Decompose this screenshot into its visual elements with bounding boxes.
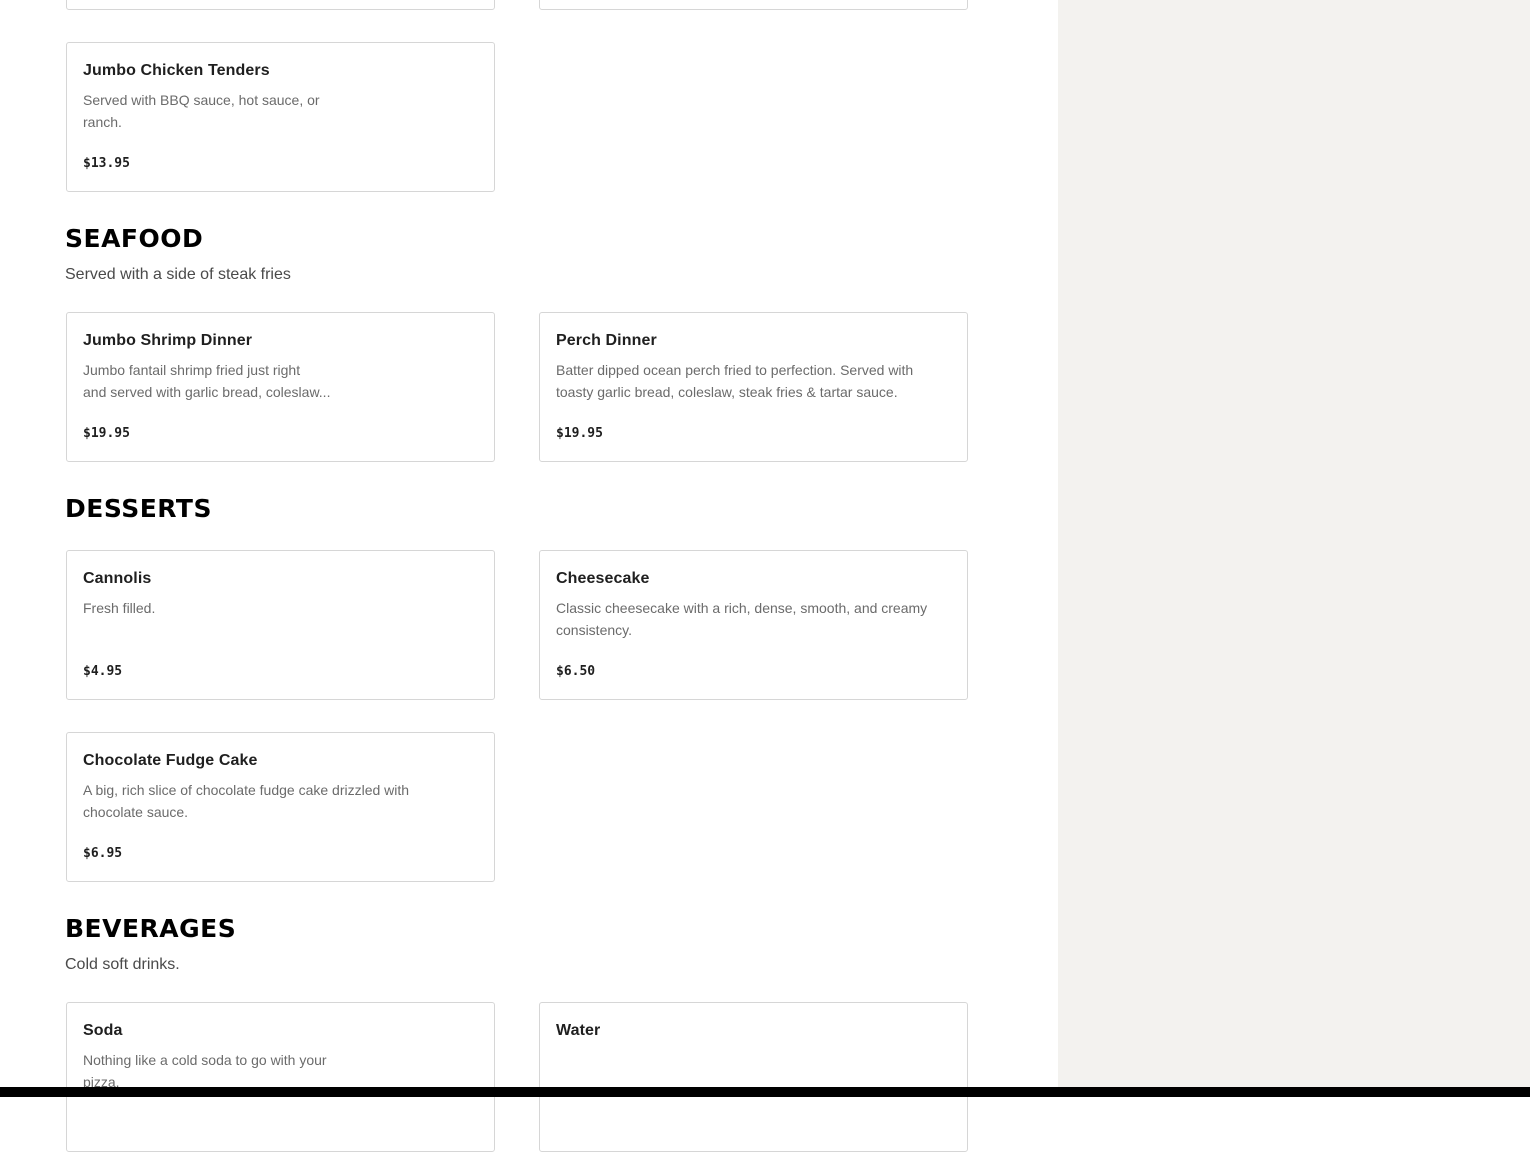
section-title-seafood: SEAFOOD [65, 224, 204, 253]
menu-item-price: $19.95 [83, 426, 130, 441]
section-title-beverages: BEVERAGES [65, 914, 237, 943]
menu-item-card[interactable] [539, 0, 968, 10]
menu-item-description: Classic cheesecake with a rich, dense, s… [556, 600, 928, 638]
menu-item-description: Jumbo fantail shrimp fried just right an… [83, 362, 331, 400]
menu-item-price: $19.95 [556, 426, 603, 441]
menu-item-name: Cheesecake [556, 570, 650, 587]
menu-item-price: $6.95 [83, 846, 123, 861]
section-subtitle-beverages: Cold soft drinks. [65, 956, 180, 973]
menu-item-price: $6.50 [556, 664, 596, 679]
menu-item-name: Cannolis [83, 570, 152, 587]
menu-item-card-jumbo-shrimp-dinner[interactable]: Jumbo Shrimp Dinner Jumbo fantail shrimp… [66, 312, 495, 462]
menu-item-card-jumbo-chicken-tenders[interactable]: Jumbo Chicken Tenders Served with BBQ sa… [66, 42, 495, 192]
menu-item-description: A big, rich slice of chocolate fudge cak… [83, 782, 410, 820]
menu-item-name: Perch Dinner [556, 332, 657, 349]
menu-item-description: Batter dipped ocean perch fried to perfe… [556, 362, 914, 400]
section-title-desserts: DESSERTS [65, 494, 212, 523]
menu-item-name: Jumbo Shrimp Dinner [83, 332, 253, 349]
menu-item-name: Soda [83, 1022, 123, 1039]
menu-item-description: Fresh filled. [83, 600, 156, 616]
menu-item-card-cannolis[interactable]: Cannolis Fresh filled. $4.95 [66, 550, 495, 700]
menu-item-card-soda[interactable]: Soda Nothing like a cold soda to go with… [66, 1002, 495, 1152]
menu-item-card[interactable] [66, 0, 495, 10]
menu-item-card-cheesecake[interactable]: Cheesecake Classic cheesecake with a ric… [539, 550, 968, 700]
menu-item-card-water[interactable]: Water [539, 1002, 968, 1152]
bottom-bar [0, 1087, 1530, 1097]
menu-item-card-perch-dinner[interactable]: Perch Dinner Batter dipped ocean perch f… [539, 312, 968, 462]
menu-item-name: Chocolate Fudge Cake [83, 752, 258, 769]
menu-item-name: Water [556, 1022, 601, 1039]
menu-item-description: Served with BBQ sauce, hot sauce, or ran… [83, 92, 320, 130]
menu-item-price: $4.95 [83, 664, 123, 679]
menu-item-price: $13.95 [83, 156, 130, 171]
menu-item-name: Jumbo Chicken Tenders [83, 62, 270, 79]
menu-main-column: Jumbo Chicken Tenders Served with BBQ sa… [0, 0, 1058, 1152]
section-subtitle-seafood: Served with a side of steak fries [65, 266, 291, 283]
right-side-panel [1058, 0, 1530, 1097]
menu-item-card-chocolate-fudge-cake[interactable]: Chocolate Fudge Cake A big, rich slice o… [66, 732, 495, 882]
